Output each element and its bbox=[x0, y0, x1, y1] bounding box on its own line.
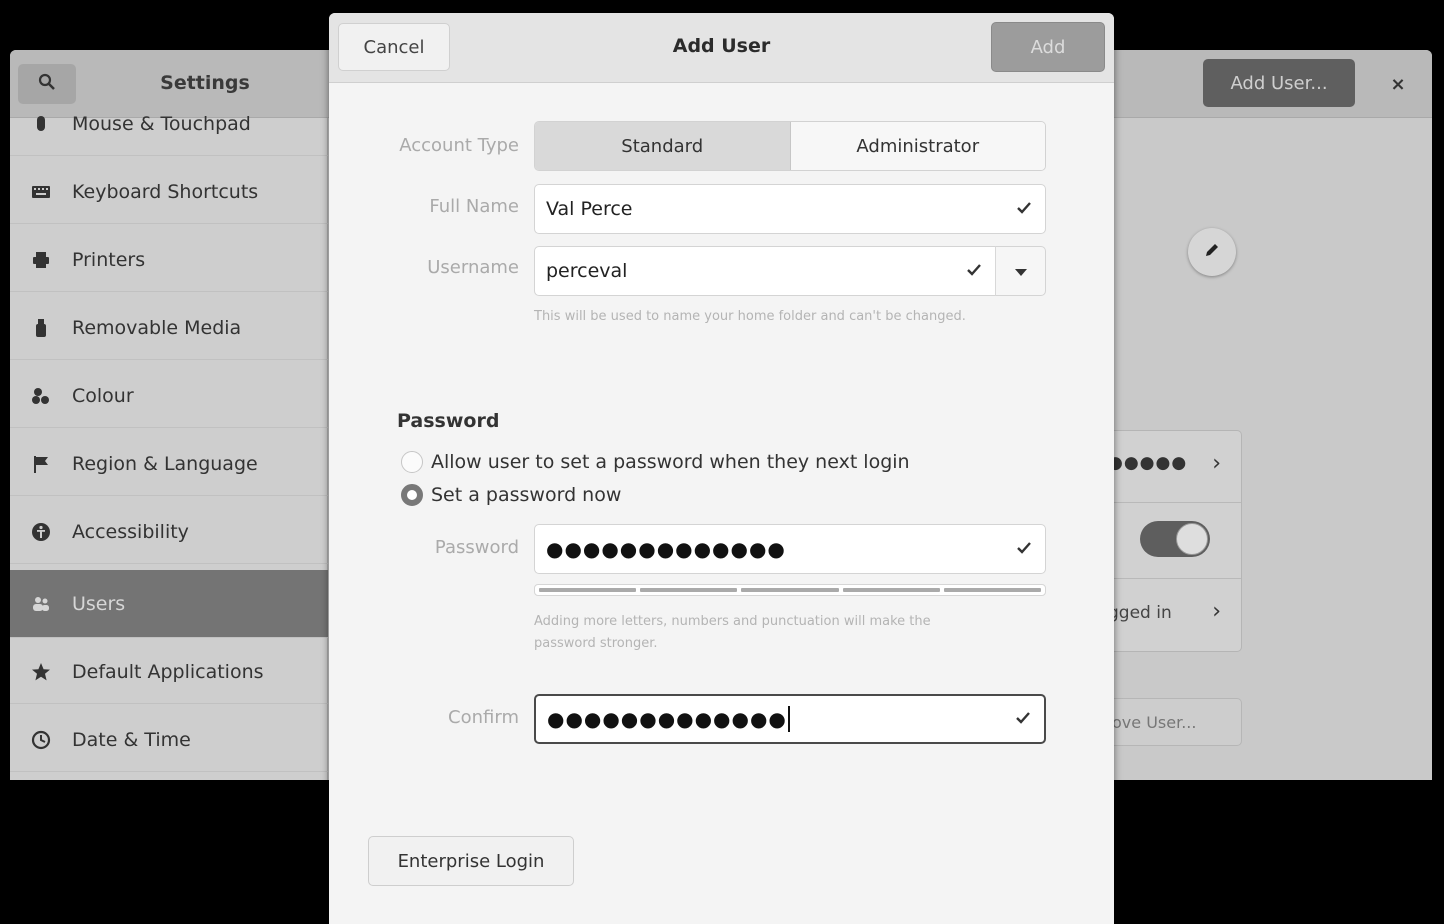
sidebar-item-removable-media[interactable]: Removable Media bbox=[10, 296, 328, 360]
username-dropdown-button[interactable] bbox=[995, 246, 1046, 296]
add-user-dialog: Cancel Add User Add Account Type Standar… bbox=[329, 13, 1114, 924]
auto-login-switch[interactable] bbox=[1140, 521, 1210, 557]
enterprise-login-button[interactable]: Enterprise Login bbox=[368, 836, 574, 886]
strength-block bbox=[539, 588, 637, 592]
sidebar-item-label: Mouse & Touchpad bbox=[72, 112, 251, 135]
colour-icon bbox=[10, 386, 72, 406]
sidebar-item-accessibility[interactable]: Accessibility bbox=[10, 500, 328, 564]
radio-label: Set a password now bbox=[431, 484, 622, 506]
strength-block bbox=[741, 588, 839, 592]
sidebar-item-keyboard-shortcuts[interactable]: Keyboard Shortcuts bbox=[10, 160, 328, 224]
check-icon bbox=[1017, 542, 1031, 554]
sidebar-item-label: Colour bbox=[72, 384, 134, 407]
sidebar-item-label: Removable Media bbox=[72, 316, 242, 339]
administrator-option[interactable]: Administrator bbox=[790, 122, 1045, 170]
sidebar-item-users[interactable]: Users bbox=[10, 570, 328, 638]
full-name-value: Val Perce bbox=[546, 198, 633, 220]
strength-block bbox=[842, 588, 940, 592]
add-button[interactable]: Add bbox=[991, 22, 1105, 72]
confirm-value: ●●●●●●●●●●●●● bbox=[547, 707, 787, 731]
clock-icon bbox=[10, 730, 72, 750]
sidebar-item-label: Keyboard Shortcuts bbox=[72, 180, 259, 203]
sidebar-item-label: Printers bbox=[72, 248, 146, 271]
standard-option[interactable]: Standard bbox=[535, 122, 791, 170]
chevron-down-icon bbox=[1014, 262, 1028, 281]
full-name-label: Full Name bbox=[429, 196, 519, 217]
chevron-right-icon: › bbox=[1212, 599, 1221, 624]
usb-icon bbox=[10, 318, 72, 338]
account-type-toggle: Standard Administrator bbox=[534, 121, 1046, 171]
flag-icon bbox=[10, 454, 72, 474]
password-row[interactable]: ●●●●● › bbox=[1104, 431, 1241, 503]
keyboard-icon bbox=[10, 182, 72, 202]
password-hint-line: Adding more letters, numbers and punctua… bbox=[534, 614, 931, 629]
password-heading: Password bbox=[397, 410, 500, 432]
pencil-icon bbox=[1203, 241, 1221, 263]
password-hint: Adding more letters, numbers and punctua… bbox=[534, 611, 931, 655]
text-caret bbox=[787, 706, 790, 732]
users-icon bbox=[10, 594, 72, 614]
account-type-label: Account Type bbox=[399, 135, 519, 156]
password-dots: ●●●●● bbox=[1108, 453, 1188, 473]
password-strength-bar bbox=[534, 584, 1046, 596]
radio-set-password-now[interactable]: Set a password now bbox=[401, 484, 621, 506]
check-icon bbox=[967, 264, 981, 276]
accessibility-icon bbox=[10, 522, 72, 542]
username-value: perceval bbox=[546, 260, 628, 282]
sidebar-item-label: Region & Language bbox=[72, 452, 258, 475]
password-label: Password bbox=[434, 537, 519, 558]
username-field[interactable]: perceval bbox=[534, 246, 996, 296]
sidebar-item-mouse-touchpad[interactable]: Mouse & Touchpad bbox=[10, 92, 328, 156]
confirm-label: Confirm bbox=[448, 707, 519, 728]
strength-block bbox=[943, 588, 1042, 592]
settings-sidebar: Mouse & Touchpad Keyboard Shortcuts Prin… bbox=[10, 113, 328, 780]
radio-button[interactable] bbox=[401, 484, 423, 506]
username-hint: This will be used to name your home fold… bbox=[534, 309, 966, 324]
sidebar-item-label: Users bbox=[72, 592, 126, 615]
password-hint-line: password stronger. bbox=[534, 636, 658, 651]
mouse-icon bbox=[10, 114, 72, 134]
dialog-header: Cancel Add User Add bbox=[329, 13, 1114, 83]
radio-label: Allow user to set a password when they n… bbox=[431, 451, 910, 473]
sidebar-item-label: Accessibility bbox=[72, 520, 189, 543]
settings-title: Settings bbox=[160, 72, 250, 94]
sidebar-item-date-time[interactable]: Date & Time bbox=[10, 708, 328, 772]
edit-avatar-button[interactable] bbox=[1188, 228, 1236, 276]
username-label: Username bbox=[427, 257, 519, 278]
sidebar-item-printers[interactable]: Printers bbox=[10, 228, 328, 292]
add-user-button[interactable]: Add User... bbox=[1203, 59, 1355, 107]
password-field[interactable]: ●●●●●●●●●●●●● bbox=[534, 524, 1046, 574]
sidebar-item-region-language[interactable]: Region & Language bbox=[10, 432, 328, 496]
sidebar-item-default-applications[interactable]: Default Applications bbox=[10, 640, 328, 704]
sidebar-item-colour[interactable]: Colour bbox=[10, 364, 328, 428]
printer-icon bbox=[10, 250, 72, 270]
auto-login-row bbox=[1104, 503, 1241, 579]
full-name-field[interactable]: Val Perce bbox=[534, 184, 1046, 234]
password-value: ●●●●●●●●●●●●● bbox=[546, 537, 786, 561]
star-icon bbox=[10, 662, 72, 682]
radio-button[interactable] bbox=[401, 451, 423, 473]
close-icon[interactable]: × bbox=[1382, 68, 1414, 100]
remove-user-button[interactable]: ove User... bbox=[1104, 698, 1242, 746]
confirm-password-field[interactable]: ●●●●●●●●●●●●● bbox=[534, 694, 1046, 744]
strength-block bbox=[640, 588, 738, 592]
check-icon bbox=[1017, 202, 1031, 214]
user-settings-list: ●●●●● › gged in › bbox=[1104, 430, 1242, 652]
check-icon bbox=[1016, 712, 1030, 724]
account-activity-row[interactable]: gged in › bbox=[1104, 579, 1241, 653]
logged-in-text: gged in bbox=[1108, 603, 1172, 623]
chevron-right-icon: › bbox=[1212, 451, 1221, 476]
sidebar-item-label: Default Applications bbox=[72, 660, 264, 683]
sidebar-item-label: Date & Time bbox=[72, 728, 191, 751]
radio-set-password-later[interactable]: Allow user to set a password when they n… bbox=[401, 451, 910, 473]
